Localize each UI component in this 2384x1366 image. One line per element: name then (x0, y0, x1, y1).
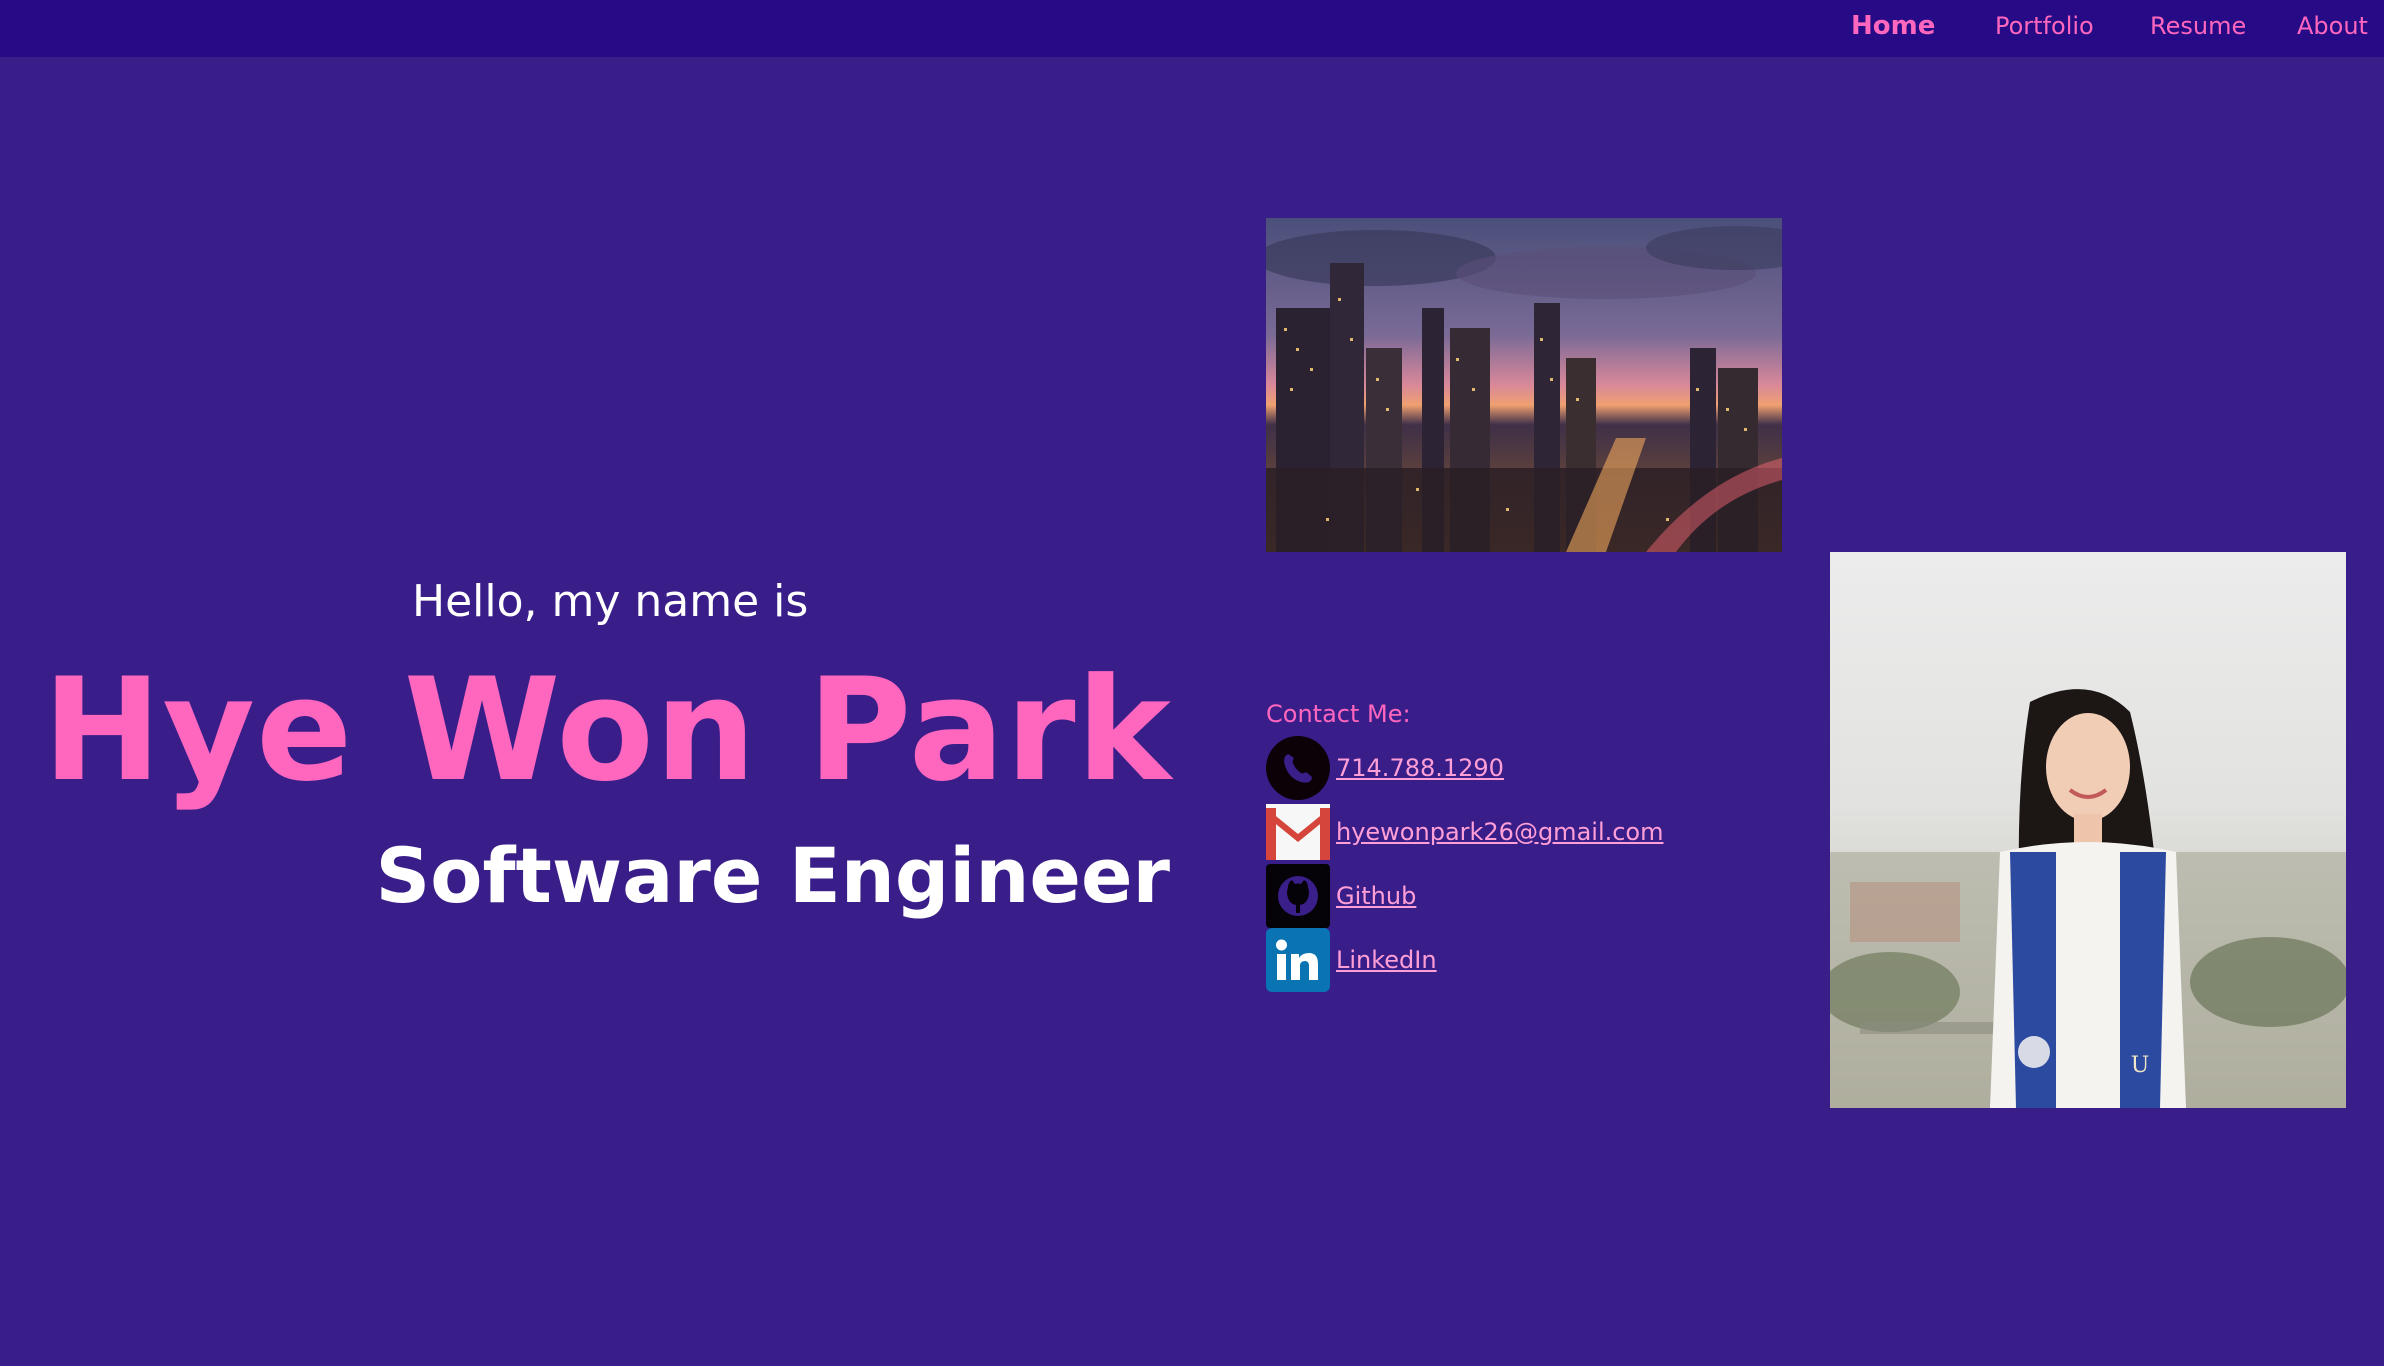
hero-name: Hye Won Park (42, 648, 1172, 813)
github-icon (1266, 864, 1330, 928)
contact-github-link[interactable]: Github (1266, 864, 1416, 928)
contact-email-link[interactable]: hyewonpark26@gmail.com (1266, 800, 1664, 864)
job-title: Software Engineer (375, 831, 1170, 920)
github-link-text: Github (1336, 882, 1417, 910)
contact-phone-link[interactable]: 714.788.1290 (1266, 736, 1504, 800)
city-skyline-image (1266, 218, 1782, 552)
nav-about-link[interactable]: About (2297, 12, 2368, 40)
email-address: hyewonpark26@gmail.com (1336, 818, 1664, 846)
greeting-text: Hello, my name is (412, 576, 809, 627)
gmail-icon (1266, 804, 1330, 860)
phone-number: 714.788.1290 (1336, 754, 1504, 782)
nav-resume-link[interactable]: Resume (2150, 12, 2246, 40)
nav-portfolio-link[interactable]: Portfolio (1995, 12, 2094, 40)
profile-photo: U (1830, 552, 2346, 1108)
navbar: Home Portfolio Resume About (0, 0, 2384, 57)
linkedin-icon (1266, 928, 1330, 992)
linkedin-link-text: LinkedIn (1336, 946, 1437, 974)
phone-icon (1266, 736, 1330, 800)
nav-home-link[interactable]: Home (1851, 11, 1935, 41)
svg-text:U: U (2131, 1053, 2150, 1078)
contact-heading: Contact Me: (1266, 700, 1411, 728)
contact-linkedin-link[interactable]: LinkedIn (1266, 928, 1437, 992)
